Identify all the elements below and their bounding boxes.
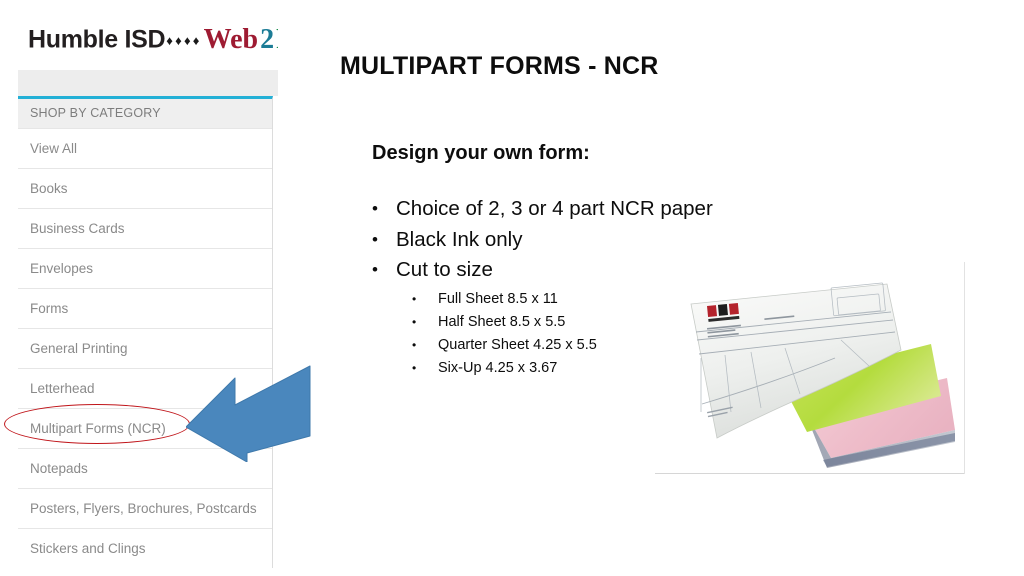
photo-right-edge [964,262,965,474]
list-item-label: Half Sheet 8.5 x 5.5 [438,314,566,330]
list-item-label: Cut to size [396,258,493,281]
list-item-label: Black Ink only [396,227,523,251]
list-item: • Black Ink only [372,225,792,256]
bullet-dot-icon: • [412,292,417,306]
list-item-label: Full Sheet 8.5 x 11 [438,291,558,307]
logo-brand-print: Pri [276,24,278,55]
list-item-label: Choice of 2, 3 or 4 part NCR paper [396,197,713,220]
list-item: • Choice of 2, 3 or 4 part NCR paper [372,194,792,225]
logo-diamond-separator-icon: ♦♦♦♦ [166,32,202,48]
sidebar-item-stickers-and-clings[interactable]: Stickers and Clings [18,528,272,568]
list-item-label: Six-Up 4.25 x 3.67 [438,360,558,376]
site-header: Humble ISD♦♦♦♦Web2Pri [18,12,278,70]
subheading: Design your own form: [372,142,590,164]
sidebar-item-view-all[interactable]: View All [18,128,272,168]
web2print-site-screenshot: Humble ISD♦♦♦♦Web2Pri SHOP BY CATEGORY V… [18,12,278,576]
bullet-dot-icon: • [412,315,417,329]
page-title: MULTIPART FORMS - NCR [340,52,659,80]
logo-brand-web: Web [203,24,259,55]
ncr-form-illustration [655,262,965,474]
shop-by-category-panel: SHOP BY CATEGORY View All Books Business… [18,96,273,568]
sidebar-item-business-cards[interactable]: Business Cards [18,208,272,248]
sidebar-item-books[interactable]: Books [18,168,272,208]
photo-bottom-edge [655,473,965,474]
bullet-dot-icon: • [372,260,378,279]
sidebar-item-forms[interactable]: Forms [18,288,272,328]
sidebar-item-posters-flyers[interactable]: Posters, Flyers, Brochures, Postcards [18,488,272,528]
logo-brand-two: 2 [260,24,275,55]
list-item-label: Quarter Sheet 4.25 x 5.5 [438,337,597,353]
bullet-dot-icon: • [412,361,417,375]
logo-district-name: Humble ISD [28,25,166,54]
header-spacer [18,70,278,96]
sidebar-item-envelopes[interactable]: Envelopes [18,248,272,288]
category-panel-heading: SHOP BY CATEGORY [18,99,272,128]
bullet-dot-icon: • [412,338,417,352]
bullet-dot-icon: • [372,229,378,249]
site-logo: Humble ISD♦♦♦♦Web2Pri [28,26,278,54]
slide-canvas: Humble ISD♦♦♦♦Web2Pri SHOP BY CATEGORY V… [0,0,1024,576]
bullet-dot-icon: • [372,199,378,218]
ncr-form-product-photo [655,262,965,474]
blue-pointer-arrow-icon [186,365,311,462]
